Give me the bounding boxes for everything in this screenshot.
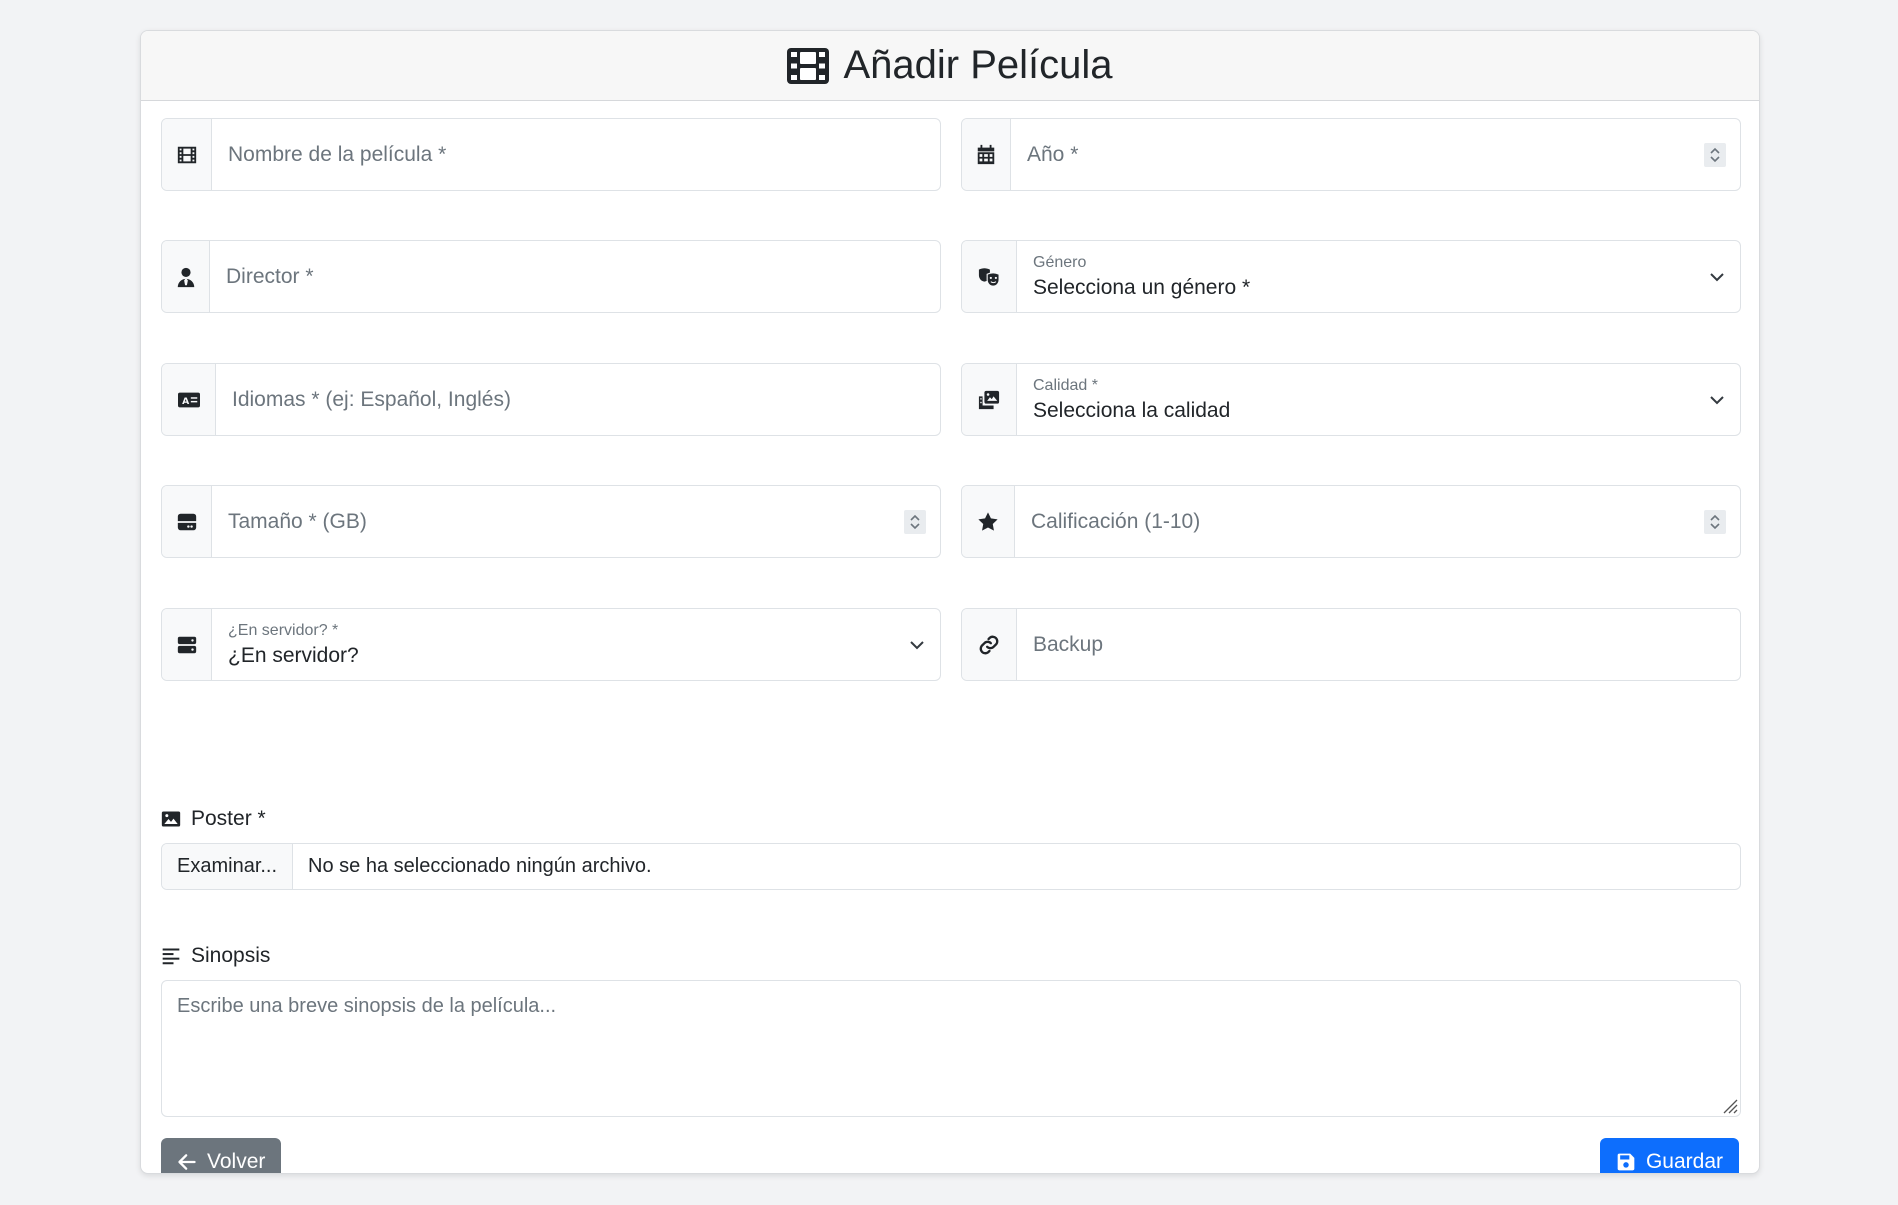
number-spinner[interactable] <box>1704 142 1726 167</box>
calendar-icon <box>962 119 1011 190</box>
form-row-4: Tamaño * (GB) Calificación (1-10) <box>161 485 1741 558</box>
add-movie-card: Añadir Película Nombre de la película * … <box>140 30 1760 1174</box>
form-row-1: Nombre de la película * Año * <box>161 118 1741 191</box>
rating-group: Calificación (1-10) <box>961 485 1741 558</box>
masks-theater-icon <box>962 241 1017 312</box>
languages-input[interactable]: Idiomas * (ej: Español, Inglés) <box>216 364 940 435</box>
resize-handle[interactable] <box>1720 1096 1738 1114</box>
form-body: Nombre de la película * Año * Director *… <box>141 101 1759 1173</box>
file-status: No se ha seleccionado ningún archivo. <box>308 855 652 877</box>
genre-select[interactable]: Género Selecciona un género * <box>1017 241 1740 312</box>
image-icon <box>161 811 181 827</box>
browse-button[interactable]: Examinar... <box>162 844 294 889</box>
form-row-2: Director * Género Selecciona un género * <box>161 240 1741 313</box>
movie-name-group: Nombre de la película * <box>161 118 941 191</box>
quality-select[interactable]: Calidad * Selecciona la calidad <box>1017 364 1740 435</box>
server-icon <box>162 609 212 680</box>
number-spinner[interactable] <box>1704 509 1726 534</box>
director-input[interactable]: Director * <box>210 241 940 312</box>
align-left-icon <box>162 948 180 965</box>
link-icon <box>962 609 1017 680</box>
size-group: Tamaño * (GB) <box>161 485 941 558</box>
floppy-disk-icon <box>1617 1153 1635 1171</box>
hard-drive-icon <box>162 486 212 557</box>
year-group: Año * <box>961 118 1741 191</box>
arrow-left-icon <box>178 1154 196 1170</box>
form-row-3: A Idiomas * (ej: Español, Inglés) Calida… <box>161 363 1741 436</box>
poster-file-input[interactable]: Examinar... No se ha seleccionado ningún… <box>161 843 1741 890</box>
genre-group: Género Selecciona un género * <box>961 240 1741 313</box>
card-header: Añadir Película <box>141 31 1759 101</box>
synopsis-textarea[interactable]: Escribe una breve sinopsis de la películ… <box>161 980 1741 1117</box>
on-server-group: ¿En servidor? * ¿En servidor? <box>161 608 941 681</box>
languages-group: A Idiomas * (ej: Español, Inglés) <box>161 363 941 436</box>
backup-group: Backup <box>961 608 1741 681</box>
chevron-down-icon <box>1708 391 1726 409</box>
back-button[interactable]: Volver <box>161 1138 282 1173</box>
chevron-down-icon <box>1708 268 1726 286</box>
photo-film-icon <box>962 364 1017 435</box>
film-icon <box>787 46 830 86</box>
chevron-down-icon <box>908 636 926 654</box>
movie-name-input[interactable]: Nombre de la película * <box>212 119 940 190</box>
user-tie-icon <box>162 241 210 312</box>
star-icon <box>962 486 1015 557</box>
svg-text:A: A <box>182 396 190 407</box>
film-icon <box>162 119 212 190</box>
director-group: Director * <box>161 240 941 313</box>
backup-input[interactable]: Backup <box>1017 609 1740 680</box>
rating-input[interactable]: Calificación (1-10) <box>1015 486 1740 557</box>
number-spinner[interactable] <box>904 509 926 534</box>
page-title: Añadir Película <box>843 43 1113 87</box>
size-input[interactable]: Tamaño * (GB) <box>212 486 940 557</box>
poster-label: Poster * <box>161 807 266 831</box>
form-row-5: ¿En servidor? * ¿En servidor? Backup <box>161 608 1741 681</box>
year-input[interactable]: Año * <box>1011 119 1740 190</box>
save-button[interactable]: Guardar <box>1599 1138 1739 1173</box>
quality-group: Calidad * Selecciona la calidad <box>961 363 1741 436</box>
on-server-select[interactable]: ¿En servidor? * ¿En servidor? <box>212 609 940 680</box>
language-icon: A <box>162 364 216 435</box>
synopsis-label: Sinopsis <box>161 944 270 968</box>
